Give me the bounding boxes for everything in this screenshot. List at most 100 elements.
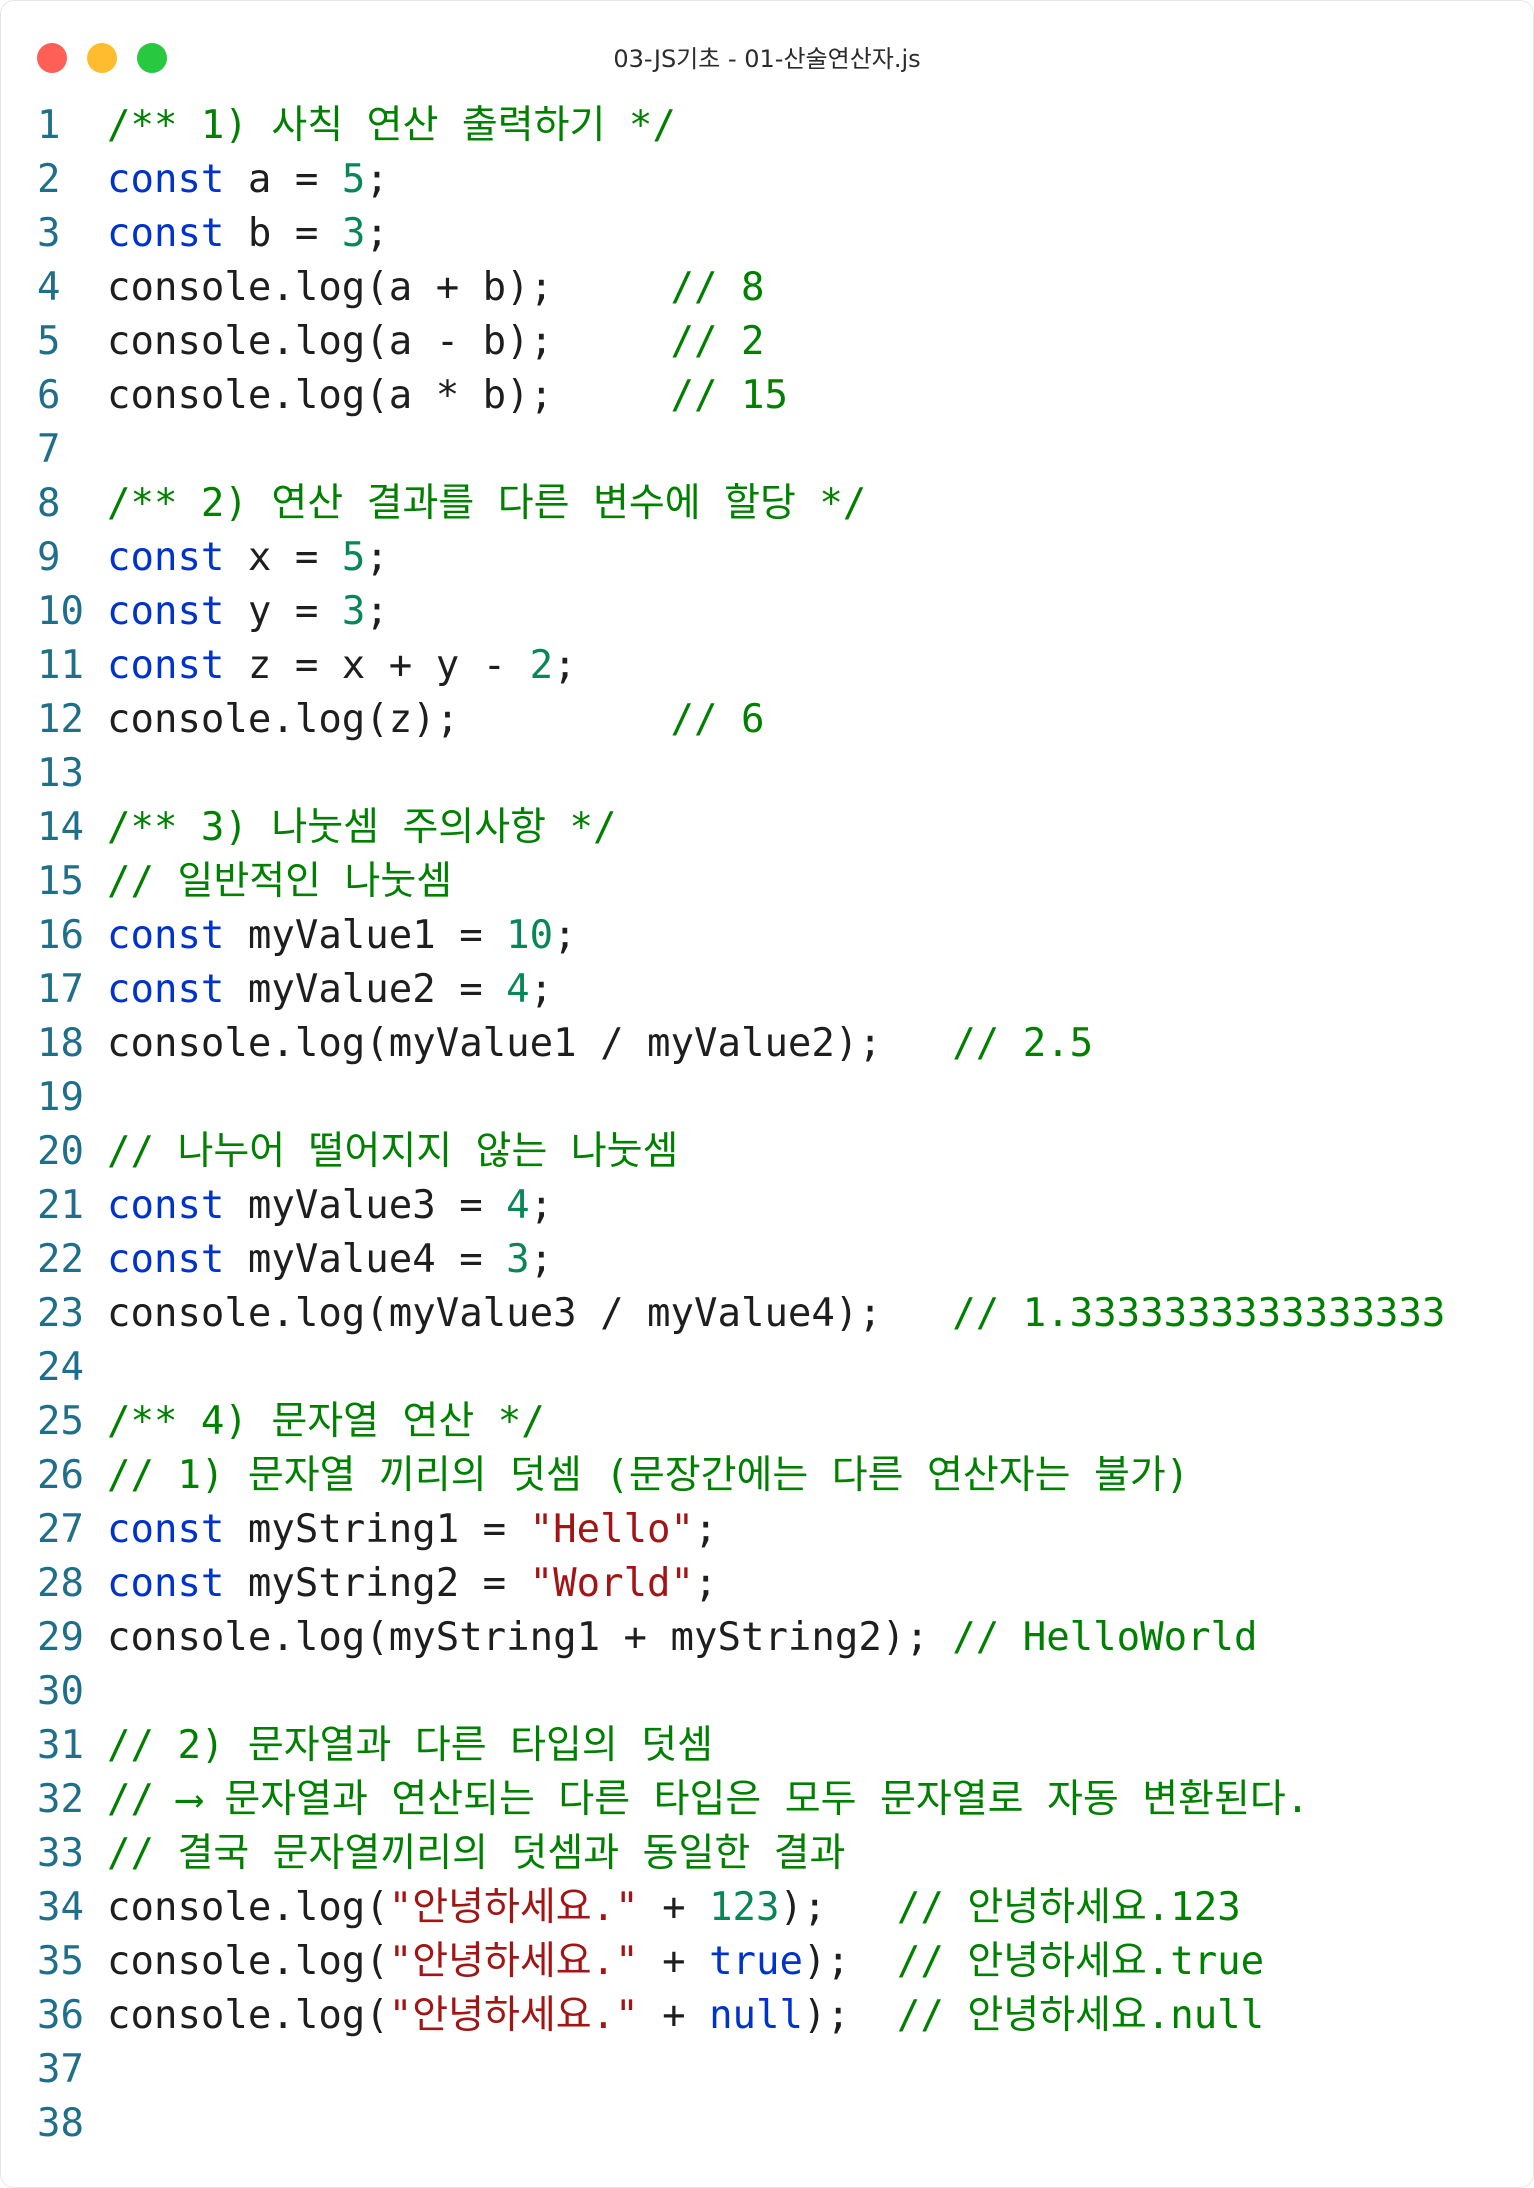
code-line: 31 // 2) 문자열과 다른 타입의 덧셈 (37, 1719, 1445, 1773)
line-number: 16 (37, 913, 84, 958)
code-text: ; (365, 535, 389, 580)
line-number: 19 (37, 1075, 84, 1120)
code-text: ; (553, 643, 577, 688)
code-editor[interactable]: 1/** 1) 사칙 연산 출력하기 */2 const a = 5; 3 const… (37, 99, 1445, 2151)
string-token: "안녕하세요." (388, 1885, 639, 1930)
line-number: 26 (37, 1453, 84, 1498)
line-number: 38 (37, 2101, 84, 2146)
keyword-token: const (107, 1561, 225, 1606)
code-text: console.log(z); (107, 697, 671, 742)
line-number: 7 (37, 427, 61, 472)
line-number: 35 (37, 1939, 84, 1984)
keyword-token: const (107, 1183, 225, 1228)
line-number: 22 (37, 1237, 84, 1282)
code-text: ; (529, 967, 554, 1012)
comment-token: /** 1) 사칙 연산 출력하기 */ (107, 103, 676, 148)
code-text: ; (694, 1507, 718, 1552)
code-line: 33 // 결국 문자열끼리의 덧셈과 동일한 결과 (37, 1827, 1445, 1881)
comment-token: // 결국 문자열끼리의 덧셈과 동일한 결과 (107, 1831, 846, 1876)
string-token: "World" (529, 1561, 695, 1606)
code-line: 20 // 나누어 떨어지지 않는 나눗셈 (37, 1125, 1445, 1179)
number-token: 10 (506, 913, 554, 958)
code-text: console.log( (107, 1939, 389, 1984)
code-text: ; (694, 1561, 718, 1606)
string-token: "안녕하세요." (388, 1939, 639, 1984)
code-line: 10 const y = 3; (37, 585, 1445, 639)
keyword-token: const (107, 211, 225, 256)
code-text: console.log(a * b); (107, 373, 671, 418)
line-number: 36 (37, 1993, 84, 2038)
comment-token: // 8 (670, 265, 765, 310)
keyword-token: null (709, 1993, 803, 2038)
code-text: ; (529, 1183, 554, 1228)
code-text: console.log( (107, 1885, 389, 1930)
code-text: console.log(myValue1 / myValue2); (107, 1021, 953, 1066)
line-number: 21 (37, 1183, 84, 1228)
code-line: 28 const myString2 = "World"; (37, 1557, 1445, 1611)
line-number: 3 (37, 211, 61, 256)
keyword-token: const (107, 913, 225, 958)
comment-token: /** 4) 문자열 연산 */ (107, 1399, 545, 1444)
code-line: 8 /** 2) 연산 결과를 다른 변수에 할당 */ (37, 477, 1445, 531)
code-text: myValue3 = (224, 1183, 507, 1228)
code-text: myString1 = (224, 1507, 530, 1552)
code-line: 9 const x = 5; (37, 531, 1445, 585)
number-token: 5 (341, 157, 366, 202)
comment-token: // 나누어 떨어지지 않는 나눗셈 (107, 1129, 679, 1174)
number-token: 123 (709, 1885, 780, 1930)
code-line: 26 // 1) 문자열 끼리의 덧셈 (문장간에는 다른 연산자는 불가) (37, 1449, 1445, 1503)
number-token: 4 (506, 1183, 530, 1228)
code-text: ; (553, 913, 577, 958)
code-line: 22 const myValue4 = 3; (37, 1233, 1445, 1287)
code-text: z = x + y - (224, 643, 530, 688)
code-line: 5 console.log(a - b); // 2 (37, 315, 1445, 369)
number-token: 3 (341, 589, 366, 634)
keyword-token: const (107, 643, 225, 688)
code-text: ; (365, 157, 389, 202)
code-line: 2 const a = 5; (37, 153, 1445, 207)
line-number: 29 (37, 1615, 84, 1660)
code-text: + (638, 1939, 710, 1984)
comment-token: /** 3) 나눗셈 주의사항 */ (107, 805, 617, 850)
comment-token: // 일반적인 나눗셈 (107, 859, 453, 904)
line-number: 15 (37, 859, 84, 904)
line-number: 17 (37, 967, 84, 1012)
code-text: + (638, 1993, 710, 2038)
code-line: 13 (37, 747, 1445, 801)
code-line: 25 /** 4) 문자열 연산 */ (37, 1395, 1445, 1449)
comment-token: /** 2) 연산 결과를 다른 변수에 할당 */ (107, 481, 867, 526)
keyword-token: const (107, 535, 225, 580)
code-text: ); (802, 1939, 897, 1984)
line-number: 25 (37, 1399, 84, 1444)
title-bar: 03-JS기초 - 01-산술연산자.js (1, 1, 1533, 111)
code-line: 36 console.log("안녕하세요." + null); // 안녕하세요… (37, 1989, 1445, 2043)
code-text: console.log(myValue3 / myValue4); (107, 1291, 953, 1336)
code-line: 11 const z = x + y - 2; (37, 639, 1445, 693)
code-text: ); (802, 1993, 897, 2038)
comment-token: // 2.5 (952, 1021, 1094, 1066)
line-number: 33 (37, 1831, 84, 1876)
code-text: + (638, 1885, 710, 1930)
line-number: 31 (37, 1723, 84, 1768)
comment-token: // 2) 문자열과 다른 타입의 덧셈 (107, 1723, 714, 1768)
line-number: 5 (37, 319, 61, 364)
code-text: x = (224, 535, 342, 580)
line-number: 11 (37, 643, 84, 688)
line-number: 14 (37, 805, 84, 850)
keyword-token: const (107, 157, 225, 202)
line-number: 37 (37, 2047, 84, 2092)
line-number: 30 (37, 1669, 84, 1714)
line-number: 24 (37, 1345, 84, 1390)
line-number: 32 (37, 1777, 84, 1822)
code-text: ); (779, 1885, 897, 1930)
line-number: 4 (37, 265, 61, 310)
code-text: myValue4 = (224, 1237, 507, 1282)
keyword-token: const (107, 1237, 225, 1282)
line-number: 6 (37, 373, 61, 418)
line-number: 18 (37, 1021, 84, 1066)
line-number: 13 (37, 751, 84, 796)
code-line: 32 // ⟶ 문자열과 연산되는 다른 타입은 모두 문자열로 자동 변환된다. (37, 1773, 1445, 1827)
code-line: 3 const b = 3; (37, 207, 1445, 261)
code-text: ; (365, 589, 389, 634)
comment-token: // 15 (670, 373, 788, 418)
